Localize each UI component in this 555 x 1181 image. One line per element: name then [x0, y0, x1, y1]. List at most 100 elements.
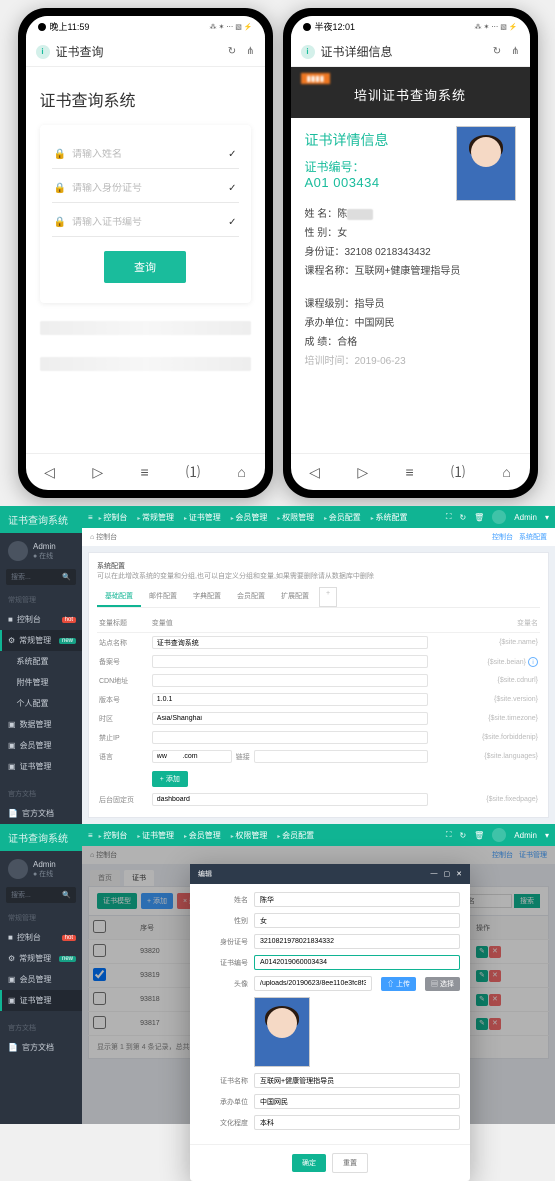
forward-icon[interactable]: ▷	[92, 464, 103, 481]
back-icon[interactable]: ◁	[309, 464, 320, 481]
forward-icon[interactable]: ▷	[357, 464, 368, 481]
share-icon[interactable]: ⋔	[246, 46, 254, 57]
m-idno[interactable]	[254, 934, 460, 949]
topnav-item[interactable]: 权限管理	[277, 512, 314, 523]
sidebar-item-config[interactable]: 系统配置	[0, 651, 82, 672]
back-icon[interactable]: ◁	[44, 464, 55, 481]
topnav-item[interactable]: 系统配置	[371, 512, 408, 523]
sidebar-item-cert[interactable]: ▣ 证书管理	[0, 756, 82, 777]
avatar-photo	[456, 126, 516, 201]
hero-tag: ▮▮▮▮	[301, 73, 331, 84]
tabs-icon[interactable]: ⑴	[186, 462, 200, 482]
lock-icon: 🔒	[54, 183, 66, 194]
m-gender[interactable]	[254, 913, 460, 928]
clear-icon[interactable]: 🗑	[474, 513, 484, 522]
id-input[interactable]	[72, 183, 222, 194]
status-icons: ⁂ ✶ ⋯ ▧ ⚡	[475, 23, 518, 31]
cfg-version[interactable]	[152, 693, 428, 706]
topnav-item[interactable]: 会员配置	[277, 830, 314, 841]
tabs-icon[interactable]: ⑴	[451, 462, 465, 482]
cfg-lang-val[interactable]	[254, 750, 428, 763]
sidebar-item-data[interactable]: ▣ 数据管理	[0, 714, 82, 735]
user-name: Admin	[33, 542, 56, 551]
status-bar: 半夜12:01 ⁂ ✶ ⋯ ▧ ⚡	[291, 16, 530, 37]
menu-icon[interactable]: ≡	[140, 464, 148, 480]
brand: 证书查询系统	[0, 824, 82, 851]
refresh-icon[interactable]: ↻	[493, 46, 501, 57]
m-org[interactable]	[254, 1094, 460, 1109]
choose-button[interactable]: ▤ 选择	[425, 977, 460, 991]
sidebar-item-cert[interactable]: ▣ 证书管理	[0, 990, 82, 1011]
minimize-icon[interactable]: —	[431, 870, 438, 878]
tab-mail[interactable]: 邮件配置	[141, 587, 185, 607]
reset-button[interactable]: 重置	[332, 1153, 368, 1173]
share-icon[interactable]: ⋔	[511, 46, 519, 57]
cert-input[interactable]	[72, 217, 222, 228]
sidebar-item-member[interactable]: ▣ 会员管理	[0, 735, 82, 756]
refresh-icon[interactable]: ↻	[459, 513, 466, 522]
topnav-item[interactable]: 常规管理	[137, 512, 174, 523]
sidebar-item-dashboard[interactable]: ■ 控制台hot	[0, 609, 82, 630]
upload-button[interactable]: ⇧ 上传	[381, 977, 416, 991]
query-button[interactable]: 查询	[104, 251, 186, 283]
sidebar-item-docs[interactable]: 📄 官方文档	[0, 803, 82, 824]
m-course[interactable]	[254, 1073, 460, 1088]
sidebar-search[interactable]: 搜索...🔍	[6, 887, 76, 903]
m-certno[interactable]	[254, 955, 460, 970]
sidebar-item-member[interactable]: ▣ 会员管理	[0, 969, 82, 990]
topnav-item[interactable]: 证书管理	[137, 830, 174, 841]
name-input[interactable]	[72, 149, 222, 160]
cfg-lang-key[interactable]	[152, 750, 232, 763]
topnav-item[interactable]: 证书管理	[184, 512, 221, 523]
topnav-item[interactable]: 会员管理	[184, 830, 221, 841]
m-photopath[interactable]	[254, 976, 372, 991]
info-icon[interactable]: i	[528, 657, 538, 667]
topnav-item[interactable]: 会员配置	[324, 512, 361, 523]
tab-extend[interactable]: 扩展配置	[273, 587, 317, 607]
m-name[interactable]	[254, 892, 460, 907]
topnav-item[interactable]: 控制台	[99, 830, 128, 841]
cfg-beian[interactable]	[152, 655, 428, 668]
config-panel: 系统配置 可以在此增改系统的变量和分组,也可以自定义分组和变量,如果需要删除请从…	[88, 552, 549, 818]
expand-icon[interactable]: ⛶	[446, 830, 452, 840]
expand-icon[interactable]: ⛶	[446, 512, 452, 522]
avatar[interactable]	[492, 510, 506, 524]
tab-dict[interactable]: 字典配置	[185, 587, 229, 607]
add-button[interactable]: + 添加	[152, 771, 188, 787]
cfg-cdn[interactable]	[152, 674, 428, 687]
detail-title: 证书详情信息	[305, 130, 446, 150]
sidebar-item-profile[interactable]: 个人配置	[0, 693, 82, 714]
cfg-forbiddenip[interactable]	[152, 731, 428, 744]
avatar	[8, 541, 28, 561]
home-icon[interactable]: ⌂	[502, 464, 510, 480]
sidebar-item-dashboard[interactable]: ■ 控制台hot	[0, 927, 82, 948]
tab-basic[interactable]: 基础配置	[97, 587, 141, 607]
sidebar-item-general[interactable]: ⚙ 常规管理new	[0, 630, 82, 651]
cfg-timezone[interactable]	[152, 712, 428, 725]
sidebar-item-attach[interactable]: 附件管理	[0, 672, 82, 693]
clear-icon[interactable]: 🗑	[474, 831, 484, 840]
ok-button[interactable]: 确定	[292, 1154, 326, 1172]
check-icon: ✓	[228, 217, 236, 228]
avatar	[8, 859, 28, 879]
topnav-item[interactable]: 控制台	[99, 512, 128, 523]
topnav-item[interactable]: 会员管理	[231, 512, 268, 523]
tab-member[interactable]: 会员配置	[229, 587, 273, 607]
chevron-down-icon[interactable]: ▾	[545, 513, 549, 522]
sidebar-item-docs[interactable]: 📄 官方文档	[0, 1037, 82, 1058]
refresh-icon[interactable]: ↻	[459, 831, 466, 840]
topbar: ≡ 控制台 常规管理 证书管理 会员管理 权限管理 会员配置 系统配置 ⛶ ↻ …	[82, 506, 555, 528]
sidebar-search[interactable]: 搜索...🔍	[6, 569, 76, 585]
topnav-item[interactable]: 权限管理	[231, 830, 268, 841]
close-icon[interactable]: ✕	[456, 870, 462, 878]
home-icon[interactable]: ⌂	[237, 464, 245, 480]
tab-add-icon[interactable]: +	[319, 587, 337, 607]
menu-icon[interactable]: ≡	[405, 464, 413, 480]
avatar[interactable]	[492, 828, 506, 842]
m-edu[interactable]	[254, 1115, 460, 1130]
maximize-icon[interactable]: ▢	[444, 870, 451, 878]
cfg-sitename[interactable]	[152, 636, 428, 649]
refresh-icon[interactable]: ↻	[228, 46, 236, 57]
cfg-fixedpage[interactable]	[152, 793, 428, 806]
sidebar-item-general[interactable]: ⚙ 常规管理new	[0, 948, 82, 969]
